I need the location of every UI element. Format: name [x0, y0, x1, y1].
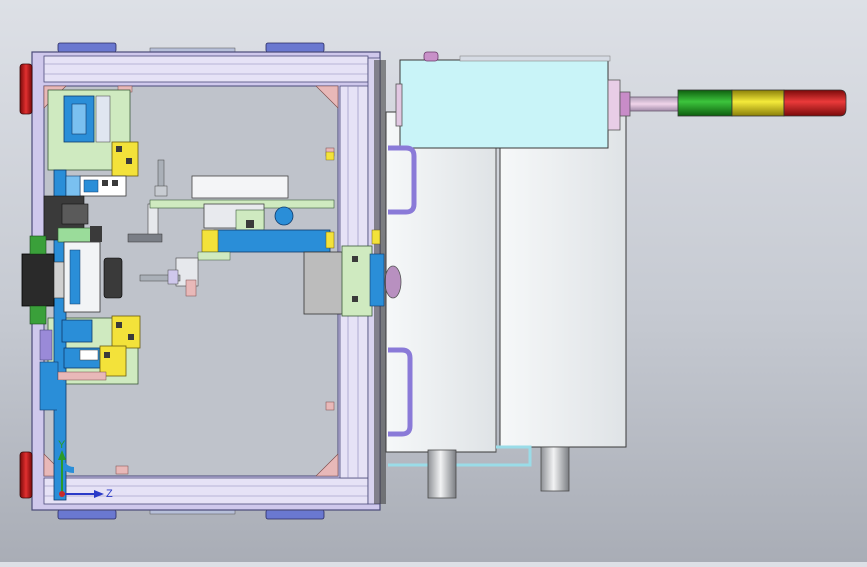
rubber-foot-bottom: [19, 451, 33, 499]
blue-pusher-bar[interactable]: [213, 229, 331, 253]
yellow-clamp-upper[interactable]: [111, 141, 139, 177]
cad-viewport[interactable]: Y Z: [0, 0, 867, 562]
assembly-drawing: Y Z: [19, 42, 847, 520]
rubber-foot-top: [19, 63, 33, 115]
electrical-cabinet-group[interactable]: [384, 51, 627, 499]
y-axis-label: Y: [58, 439, 66, 451]
tower-light-red[interactable]: [783, 89, 847, 117]
blue-slide-block-lower[interactable]: [61, 319, 93, 343]
foot-cylinder-right: [540, 446, 570, 492]
tower-light-green[interactable]: [677, 89, 733, 117]
cabinet-rear[interactable]: [499, 109, 627, 448]
z-axis-label: Z: [106, 488, 113, 500]
servo-motor[interactable]: [21, 253, 55, 307]
linear-actuator[interactable]: [191, 175, 289, 199]
yellow-clamp-lower[interactable]: [111, 315, 141, 349]
tower-light-yellow[interactable]: [731, 89, 785, 117]
tower-mount-pipe: [629, 96, 679, 112]
knob-icon[interactable]: [423, 51, 439, 62]
foot-cylinder-left: [427, 449, 457, 499]
cabinet-top-cap[interactable]: [399, 59, 609, 149]
cabinet-front[interactable]: [385, 111, 497, 453]
signal-tower[interactable]: [619, 89, 847, 117]
